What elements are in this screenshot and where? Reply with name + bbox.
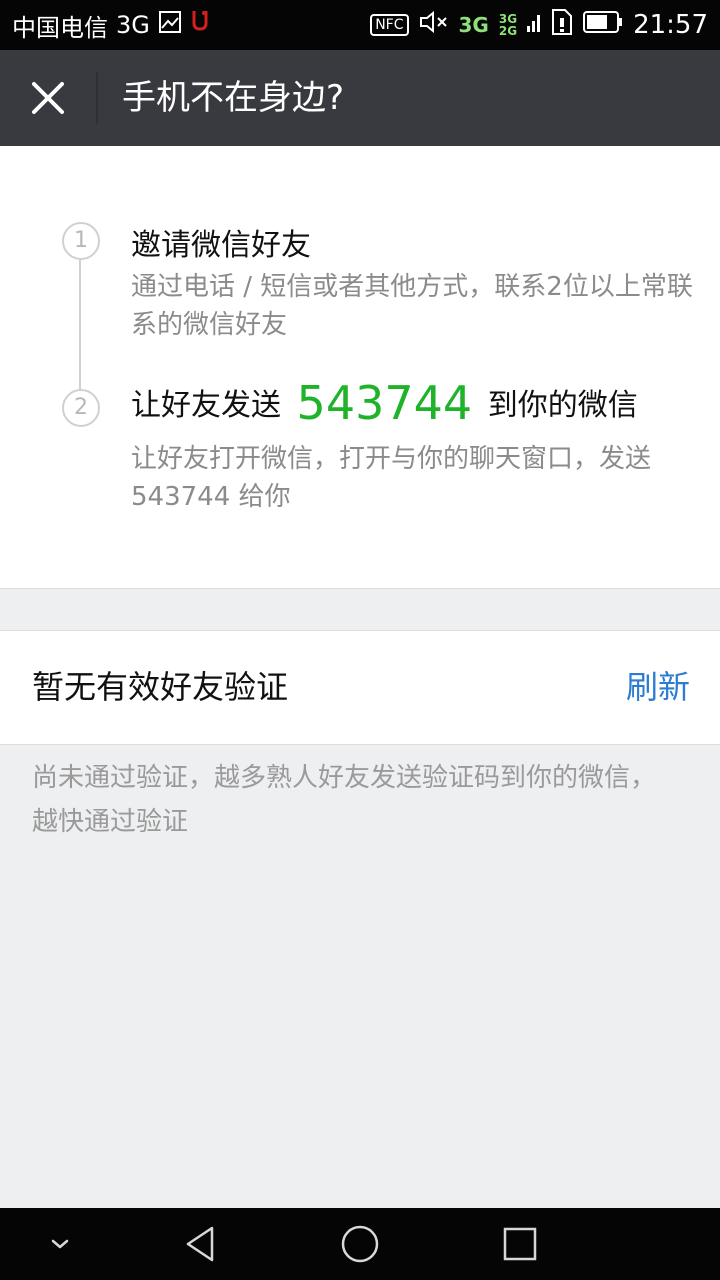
sim-icon bbox=[551, 8, 573, 42]
signal-icon bbox=[527, 10, 541, 40]
home-icon bbox=[341, 1225, 379, 1263]
app-notification-icon bbox=[190, 9, 210, 41]
carrier-name: 中国电信 bbox=[12, 13, 108, 42]
verification-code: 543744 bbox=[296, 376, 473, 430]
refresh-button[interactable]: 刷新 bbox=[626, 631, 690, 744]
recents-icon bbox=[503, 1227, 537, 1261]
verification-status-row: 暂无有效好友验证 刷新 bbox=[0, 630, 720, 745]
clock: 21:57 bbox=[633, 10, 708, 40]
page-title: 手机不在身边? bbox=[122, 78, 345, 118]
close-icon bbox=[32, 82, 64, 114]
network-3g-label: 3G bbox=[458, 13, 489, 37]
hide-keyboard-button[interactable] bbox=[30, 1208, 90, 1280]
network-secondary: 3G 2G bbox=[499, 13, 517, 37]
back-button[interactable] bbox=[170, 1208, 230, 1280]
nfc-icon: NFC bbox=[370, 14, 409, 36]
status-left: 中国电信 3G bbox=[12, 0, 210, 50]
back-icon bbox=[186, 1226, 214, 1262]
step-number-1: 1 bbox=[62, 222, 100, 260]
image-notification-icon bbox=[158, 10, 182, 40]
step-description-2: 让好友打开微信，打开与你的聊天窗口，发送543744 给你 bbox=[131, 444, 652, 512]
step-title-2-prefix: 让好友发送 bbox=[131, 388, 281, 423]
verification-status-label: 暂无有效好友验证 bbox=[32, 668, 289, 706]
step-description-1: 通过电话 / 短信或者其他方式，联系2位以上常联系的微信好友 bbox=[131, 272, 693, 340]
steps-card: 1 邀请微信好友 通过电话 / 短信或者其他方式，联系2位以上常联系的微信好友 … bbox=[0, 146, 720, 589]
step-title-2: 让好友发送 543744 到你的微信 bbox=[131, 376, 638, 430]
status-right: NFC 3G 3G 2G 21:57 bbox=[370, 0, 708, 50]
network-2g-small: 2G bbox=[498, 24, 518, 38]
header-divider bbox=[96, 72, 98, 124]
hint-text: 尚未通过验证，越多熟人好友发送验证码到你的微信，越快通过验证 bbox=[32, 763, 657, 837]
status-bar: 中国电信 3G NFC 3G 3G 2G 21:57 bbox=[0, 0, 720, 50]
step-number-2: 2 bbox=[62, 389, 100, 427]
battery-icon bbox=[583, 10, 623, 40]
network-type: 3G bbox=[116, 11, 150, 39]
navigation-bar bbox=[0, 1208, 720, 1280]
step-title-2-suffix: 到你的微信 bbox=[487, 388, 638, 423]
chevron-down-icon bbox=[51, 1239, 69, 1249]
mute-icon bbox=[419, 10, 449, 40]
home-button[interactable] bbox=[330, 1208, 390, 1280]
close-button[interactable] bbox=[0, 50, 96, 146]
app-header: 手机不在身边? bbox=[0, 50, 720, 146]
timeline-line bbox=[79, 260, 81, 390]
recents-button[interactable] bbox=[490, 1208, 550, 1280]
step-title-1: 邀请微信好友 bbox=[131, 228, 311, 263]
